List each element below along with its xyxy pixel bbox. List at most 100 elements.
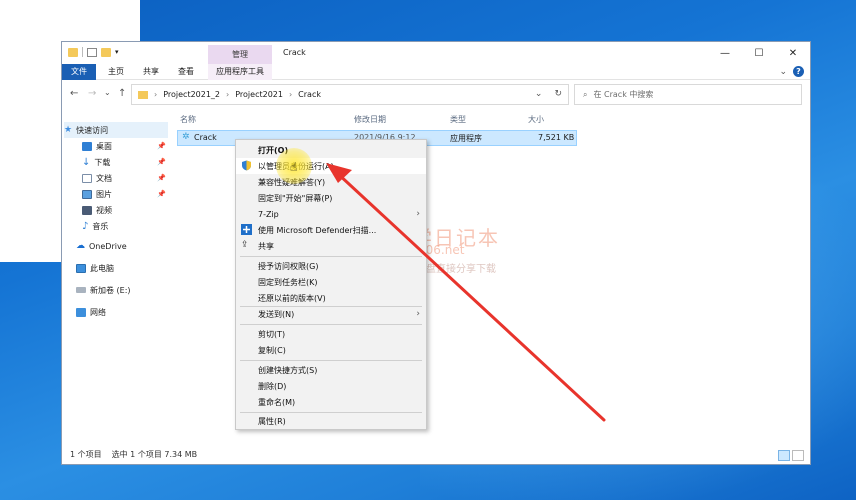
window-title: Crack bbox=[283, 48, 306, 57]
sidebar-item-pictures[interactable]: 图片 📌 bbox=[82, 186, 168, 202]
chevron-right-icon: › bbox=[416, 309, 420, 319]
search-input[interactable]: ⌕ 在 Crack 中搜索 bbox=[574, 84, 802, 105]
details-view-icon[interactable] bbox=[778, 450, 790, 461]
menu-item-properties[interactable]: 属性(R) bbox=[236, 413, 426, 429]
separator bbox=[82, 47, 83, 57]
tab-view[interactable]: 查看 bbox=[178, 64, 194, 80]
sidebar-item-network[interactable]: 网络 bbox=[76, 304, 168, 320]
menu-item-run-as-admin[interactable]: 以管理员身份运行(A) bbox=[236, 158, 426, 174]
navigation-bar: ← → ⌄ ↑ › Project2021_2 › Project2021 › … bbox=[62, 84, 810, 106]
menu-item-create-shortcut[interactable]: 创建快捷方式(S) bbox=[236, 362, 426, 378]
file-name: Crack bbox=[194, 133, 217, 142]
menu-item-cut[interactable]: 剪切(T) bbox=[236, 326, 426, 342]
menu-separator bbox=[240, 324, 422, 325]
sidebar-item-drive-e[interactable]: 新加卷 (E:) bbox=[76, 282, 168, 298]
menu-item-pin-to-taskbar[interactable]: 固定到任务栏(K) bbox=[236, 274, 426, 290]
back-button[interactable]: ← bbox=[70, 88, 78, 99]
pin-icon: 📌 bbox=[157, 142, 166, 150]
file-size: 7,521 KB bbox=[538, 133, 575, 142]
selection-info: 选中 1 个项目 7.34 MB bbox=[111, 450, 198, 459]
ribbon: 文件 主页 共享 查看 应用程序工具 ⌄ ? bbox=[62, 64, 810, 80]
menu-item-label: 固定到"开始"屏幕(P) bbox=[258, 193, 333, 203]
sidebar-item-documents[interactable]: 文档 📌 bbox=[82, 170, 168, 186]
menu-item-troubleshoot-compat[interactable]: 兼容性疑难解答(Y) bbox=[236, 174, 426, 190]
address-dropdown-icon[interactable]: ⌄ bbox=[535, 89, 543, 99]
sidebar-item-desktop[interactable]: 桌面 📌 bbox=[82, 138, 168, 154]
breadcrumb-item[interactable]: Project2021_2 bbox=[163, 90, 220, 99]
tab-file[interactable]: 文件 bbox=[62, 64, 96, 80]
column-header-name[interactable]: 名称 bbox=[180, 114, 196, 125]
large-icons-view-icon[interactable] bbox=[792, 450, 804, 461]
menu-item-label: 固定到任务栏(K) bbox=[258, 277, 318, 287]
breadcrumb-item[interactable]: Project2021 bbox=[235, 90, 283, 99]
sidebar-item-onedrive[interactable]: ☁ OneDrive bbox=[76, 238, 168, 254]
pin-icon: 📌 bbox=[157, 190, 166, 198]
menu-item-send-to[interactable]: 发送到(N) › bbox=[236, 306, 426, 322]
close-button[interactable]: ✕ bbox=[776, 42, 810, 64]
cloud-icon: ☁ bbox=[76, 241, 85, 251]
menu-item-open[interactable]: 打开(O) bbox=[236, 142, 426, 158]
video-icon bbox=[82, 205, 92, 215]
properties-icon[interactable] bbox=[87, 47, 97, 57]
navigation-pane: ★ 快速访问 桌面 📌 ↓ 下载 📌 文档 📌 图片 📌 视频 ♪ 音乐 ☁ O… bbox=[62, 114, 170, 444]
column-header-date[interactable]: 修改日期 bbox=[354, 114, 386, 125]
menu-item-rename[interactable]: 重命名(M) bbox=[236, 394, 426, 410]
customize-toolbar-icon[interactable]: ▾ bbox=[115, 48, 119, 56]
menu-item-label: 创建快捷方式(S) bbox=[258, 365, 318, 375]
star-icon: ★ bbox=[64, 125, 73, 135]
menu-item-copy[interactable]: 复制(C) bbox=[236, 342, 426, 358]
menu-item-restore-versions[interactable]: 还原以前的版本(V) bbox=[236, 290, 426, 306]
sidebar-item-label: 此电脑 bbox=[90, 263, 114, 273]
maximize-button[interactable]: ☐ bbox=[742, 42, 776, 64]
menu-item-label: 发送到(N) bbox=[258, 309, 295, 319]
sidebar-item-this-pc[interactable]: 此电脑 bbox=[76, 260, 168, 276]
sidebar-item-label: OneDrive bbox=[89, 241, 127, 251]
document-icon bbox=[82, 173, 92, 183]
sidebar-item-label: 文档 bbox=[96, 173, 112, 183]
drive-icon bbox=[76, 287, 86, 293]
chevron-right-icon: › bbox=[416, 209, 420, 219]
chevron-right-icon[interactable]: › bbox=[226, 90, 229, 99]
menu-item-pin-to-start[interactable]: 固定到"开始"屏幕(P) bbox=[236, 190, 426, 206]
menu-item-delete[interactable]: 删除(D) bbox=[236, 378, 426, 394]
up-button[interactable]: ↑ bbox=[118, 88, 126, 99]
recent-locations-button[interactable]: ⌄ bbox=[104, 88, 111, 97]
menu-separator bbox=[240, 360, 422, 361]
chevron-right-icon[interactable]: › bbox=[289, 90, 292, 99]
breadcrumb-item[interactable]: Crack bbox=[298, 90, 321, 99]
column-header-type[interactable]: 类型 bbox=[450, 114, 466, 125]
tab-home[interactable]: 主页 bbox=[108, 64, 124, 80]
defender-icon bbox=[241, 224, 252, 235]
network-icon bbox=[76, 307, 86, 317]
menu-item-label: 7-Zip bbox=[258, 209, 279, 219]
menu-item-label: 重命名(M) bbox=[258, 397, 296, 407]
address-bar[interactable]: › Project2021_2 › Project2021 › Crack ⌄ … bbox=[131, 84, 569, 105]
pointer-cursor-icon: ☝ bbox=[290, 160, 298, 174]
minimize-button[interactable]: — bbox=[708, 42, 742, 64]
sidebar-item-videos[interactable]: 视频 bbox=[82, 202, 168, 218]
sidebar-item-quick-access[interactable]: ★ 快速访问 bbox=[64, 122, 168, 138]
sidebar-item-label: 新加卷 (E:) bbox=[90, 285, 131, 295]
menu-item-share[interactable]: ⇪ 共享 bbox=[236, 238, 426, 254]
expand-ribbon-icon[interactable]: ⌄ bbox=[779, 67, 787, 77]
menu-item-defender-scan[interactable]: 使用 Microsoft Defender扫描... bbox=[236, 222, 426, 238]
sidebar-item-label: 桌面 bbox=[96, 141, 112, 151]
menu-item-label: 删除(D) bbox=[258, 381, 287, 391]
column-header-size[interactable]: 大小 bbox=[528, 114, 544, 125]
chevron-right-icon[interactable]: › bbox=[154, 90, 157, 99]
refresh-icon[interactable]: ↻ bbox=[554, 89, 562, 99]
item-count: 1 个项目 bbox=[70, 450, 102, 459]
new-folder-icon[interactable] bbox=[101, 47, 111, 57]
tab-application-tools[interactable]: 应用程序工具 bbox=[208, 64, 272, 80]
menu-item-7zip[interactable]: 7-Zip › bbox=[236, 206, 426, 222]
pictures-icon bbox=[82, 189, 92, 199]
sidebar-item-downloads[interactable]: ↓ 下载 📌 bbox=[82, 154, 168, 170]
menu-item-give-access[interactable]: 授予访问权限(G) bbox=[236, 258, 426, 274]
pin-icon: 📌 bbox=[157, 158, 166, 166]
sidebar-item-music[interactable]: ♪ 音乐 bbox=[82, 218, 168, 234]
help-icon[interactable]: ? bbox=[793, 66, 804, 77]
tab-share[interactable]: 共享 bbox=[143, 64, 159, 80]
title-bar: ▾ 管理 Crack — ☐ ✕ bbox=[62, 42, 810, 64]
share-icon: ⇪ bbox=[241, 240, 249, 250]
forward-button[interactable]: → bbox=[88, 88, 96, 99]
